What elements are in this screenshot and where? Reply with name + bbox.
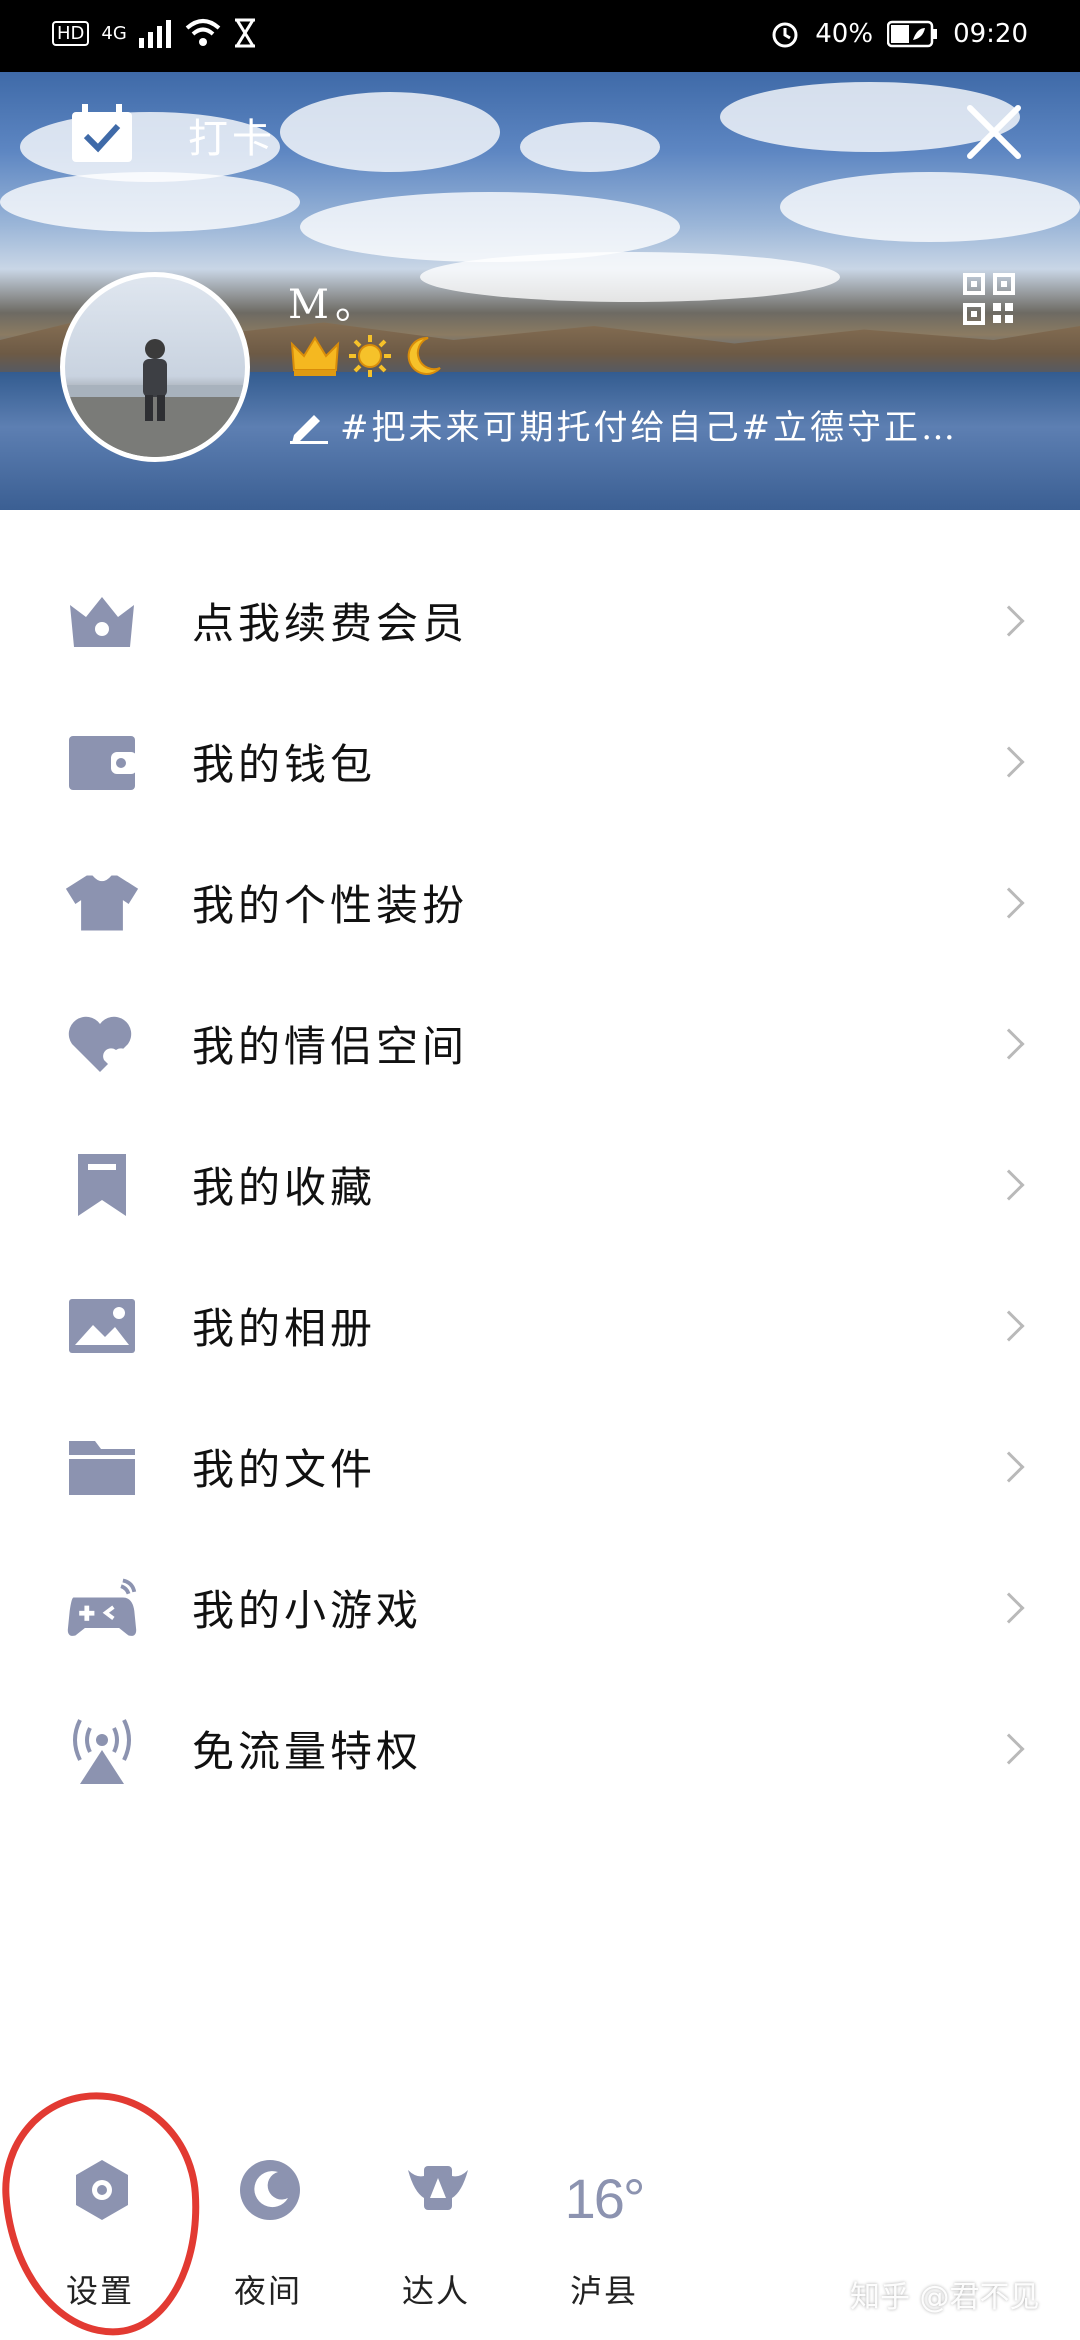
menu-label: 点我续费会员 <box>192 599 469 648</box>
weather-widget[interactable]: 16° 泸县 <box>544 2158 664 2310</box>
close-icon[interactable] <box>962 100 1026 164</box>
battery-percent: 40% <box>815 19 874 49</box>
status-right: 40% 09:20 <box>769 18 1028 50</box>
menu-label: 我的钱包 <box>192 740 377 789</box>
menu-item-files[interactable]: 我的文件 <box>0 1396 1080 1537</box>
cloud-decoration <box>280 92 500 172</box>
chevron-right-icon <box>993 1591 1025 1624</box>
menu-label: 我的收藏 <box>192 1163 377 1212</box>
signal-icon <box>138 20 171 48</box>
chevron-right-icon <box>993 1450 1025 1483</box>
menu-item-vip[interactable]: 点我续费会员 <box>0 550 1080 691</box>
folder-icon <box>64 1429 140 1505</box>
battery-icon <box>887 20 938 48</box>
chevron-right-icon <box>993 745 1025 778</box>
tshirt-icon <box>64 865 140 941</box>
menu-item-couple[interactable]: 我的情侣空间 <box>0 973 1080 1114</box>
menu-item-wallet[interactable]: 我的钱包 <box>0 691 1080 832</box>
cloud-decoration <box>0 172 300 232</box>
chevron-right-icon <box>993 1732 1025 1765</box>
winged-badge-icon <box>408 2166 468 2210</box>
avatar-photo <box>65 339 245 457</box>
weather-city: 泸县 <box>569 2272 638 2310</box>
moon-icon <box>240 2160 300 2220</box>
menu-label: 免流量特权 <box>192 1727 423 1776</box>
menu-item-free-data[interactable]: 免流量特权 <box>0 1678 1080 1819</box>
hourglass-icon <box>234 18 255 48</box>
chevron-right-icon <box>993 886 1025 919</box>
watermark: 知乎 @君不见 <box>850 2280 1040 2315</box>
checkin-label[interactable]: 打卡 <box>188 106 276 164</box>
profile-header: 打卡 M。 #把未来可期托付给自己#立德守正… <box>0 72 1080 510</box>
night-mode-button[interactable]: 夜间 <box>208 2158 328 2310</box>
menu-item-favorites[interactable]: 我的收藏 <box>0 1114 1080 1255</box>
expert-button[interactable]: 达人 <box>376 2158 496 2310</box>
signature[interactable]: #把未来可期托付给自己#立德守正… <box>288 400 958 449</box>
cloud-decoration <box>420 252 840 302</box>
status-bar: HD 4G 40% 09:20 <box>0 0 1080 72</box>
checkin-button[interactable] <box>70 104 134 164</box>
network-indicator: 4G <box>101 22 127 44</box>
crown-icon <box>64 583 140 659</box>
chevron-right-icon <box>993 1027 1025 1060</box>
chevron-right-icon <box>993 604 1025 637</box>
menu-label: 我的相册 <box>192 1304 377 1353</box>
menu-label: 我的小游戏 <box>192 1586 423 1635</box>
badges[interactable] <box>290 334 444 378</box>
clock: 09:20 <box>953 19 1028 49</box>
status-left: HD 4G <box>52 18 257 48</box>
alarm-icon <box>772 22 798 48</box>
cloud-decoration <box>780 172 1080 242</box>
hd-indicator: HD <box>52 20 90 46</box>
wallet-icon <box>64 724 140 800</box>
avatar[interactable] <box>60 272 250 462</box>
broadcast-icon <box>64 1711 140 1787</box>
qr-code-icon[interactable] <box>962 272 1016 326</box>
edit-pencil-icon <box>290 414 328 444</box>
menu-label: 我的情侣空间 <box>192 1022 469 1071</box>
menu-label: 我的个性装扮 <box>192 881 469 930</box>
wifi-icon <box>185 19 221 46</box>
bookmark-icon <box>64 1147 140 1223</box>
nickname[interactable]: M。 <box>288 272 381 330</box>
gamepad-icon <box>64 1570 140 1646</box>
moon-badge-icon <box>407 336 441 375</box>
menu-label: 我的文件 <box>192 1445 377 1494</box>
menu-item-album[interactable]: 我的相册 <box>0 1255 1080 1396</box>
signature-text: #把未来可期托付给自己#立德守正… <box>340 408 958 448</box>
calendar-check-icon <box>72 104 132 162</box>
night-label: 夜间 <box>233 2272 302 2310</box>
cloud-decoration <box>520 122 660 172</box>
sun-badge-icon <box>349 335 391 377</box>
chevron-right-icon <box>993 1309 1025 1342</box>
photo-icon <box>64 1288 140 1364</box>
chevron-right-icon <box>993 1168 1025 1201</box>
menu-item-theme[interactable]: 我的个性装扮 <box>0 832 1080 973</box>
hearts-icon <box>64 1006 140 1082</box>
weather-temperature: 16° <box>564 2167 646 2230</box>
expert-label: 达人 <box>401 2272 470 2310</box>
menu-item-games[interactable]: 我的小游戏 <box>0 1537 1080 1678</box>
crown-badge-icon <box>290 336 340 376</box>
